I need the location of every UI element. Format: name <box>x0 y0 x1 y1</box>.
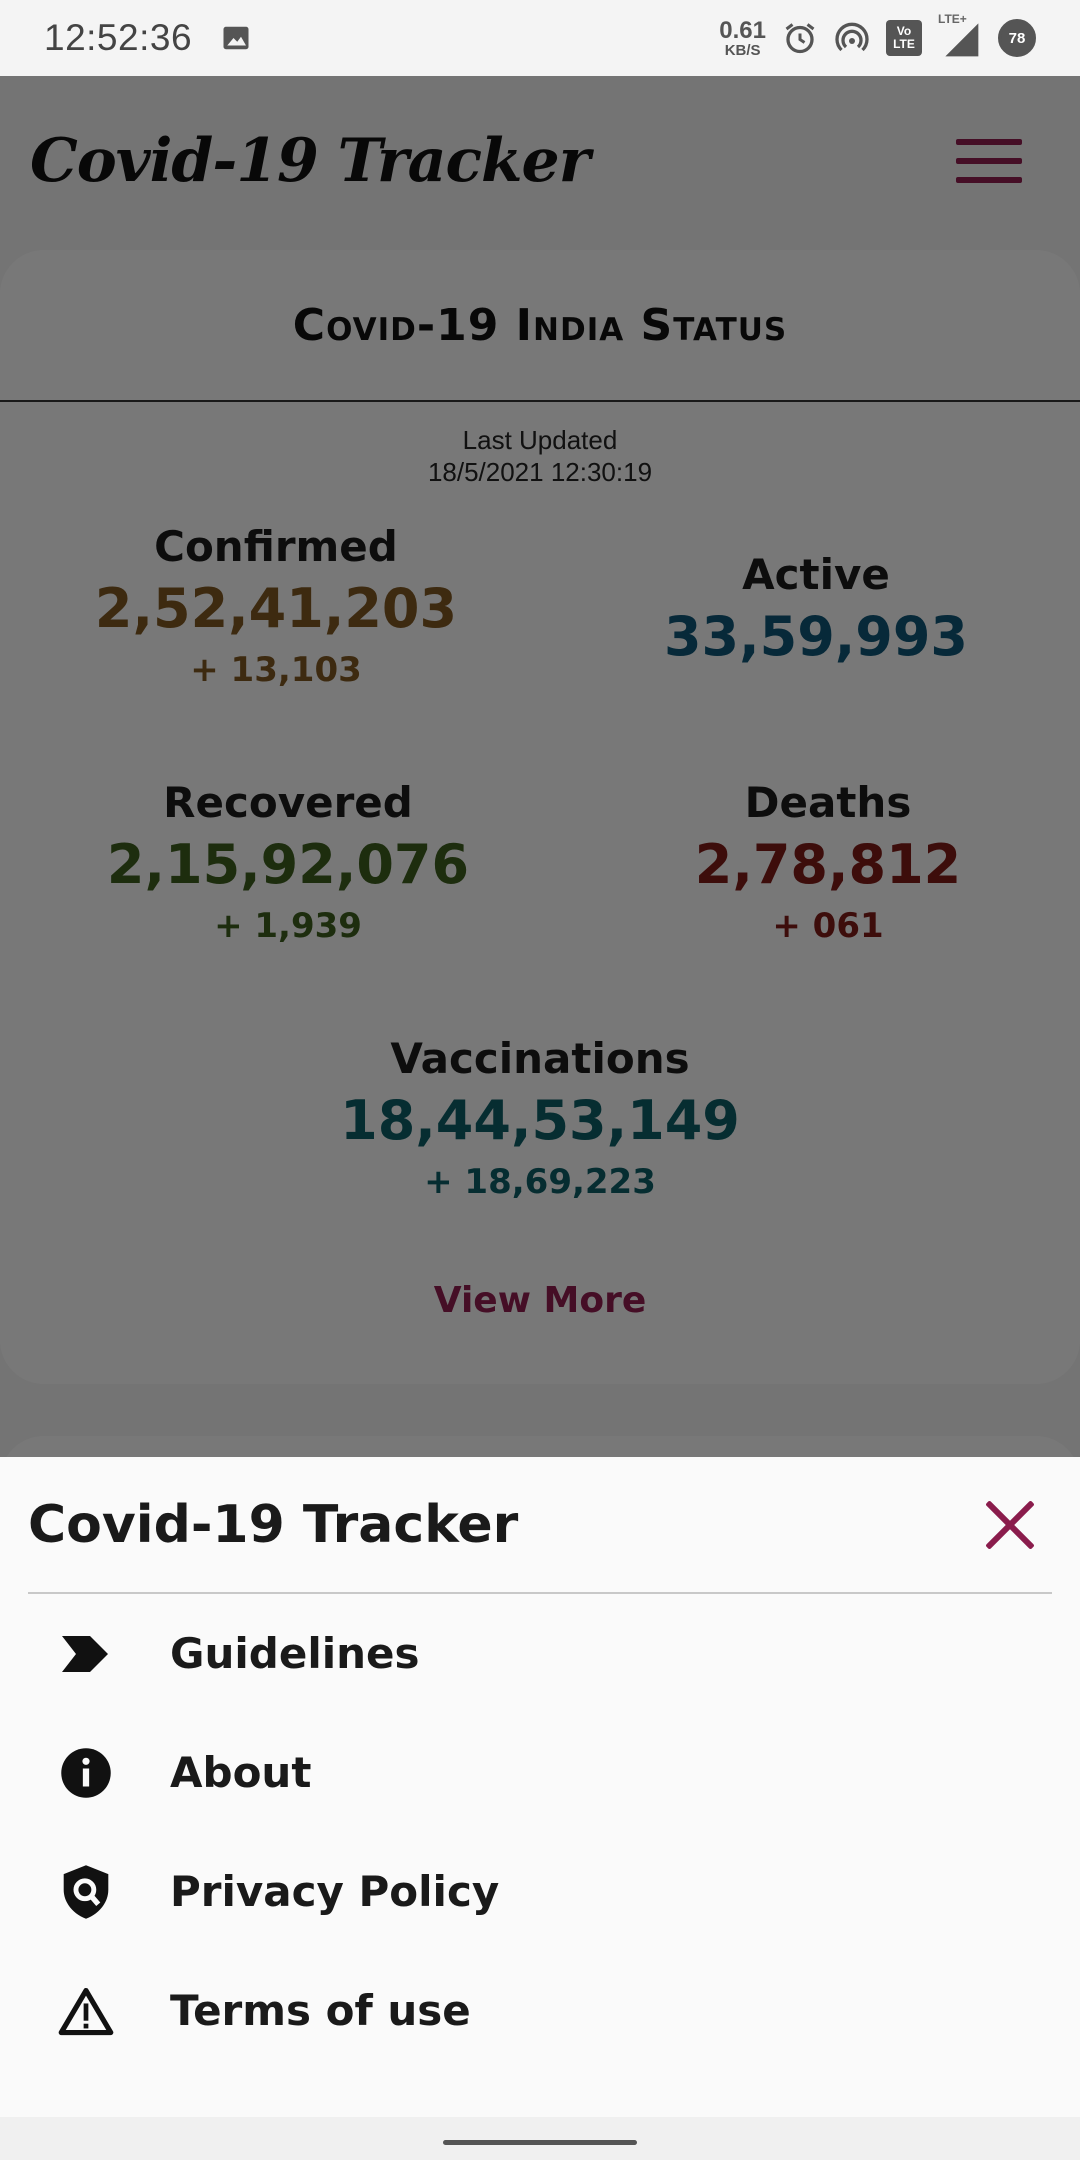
status-time: 12:52:36 <box>44 17 193 58</box>
menu-item-about[interactable]: About <box>0 1713 1080 1832</box>
sheet-title: Covid-19 Tracker <box>28 1494 519 1555</box>
menu-item-label: About <box>170 1748 312 1797</box>
menu-item-label: Terms of use <box>170 1986 471 2035</box>
menu-item-terms[interactable]: Terms of use <box>0 1951 1080 2070</box>
network-speed: 0.61 KB/S <box>719 16 766 59</box>
menu-item-privacy[interactable]: Privacy Policy <box>0 1832 1080 1951</box>
shield-search-icon <box>58 1864 114 1920</box>
image-icon <box>223 26 249 50</box>
menu-sheet: Covid-19 Tracker Guidelines About Privac… <box>0 1457 1080 2117</box>
info-icon <box>58 1745 114 1801</box>
label-arrow-icon <box>58 1626 114 1682</box>
home-gesture-pill[interactable] <box>443 2140 637 2145</box>
menu-item-label: Guidelines <box>170 1629 420 1678</box>
hotspot-icon <box>835 22 869 52</box>
status-bar: 12:52:36 0.61 KB/S Vo LTE LTE+ 78 <box>0 0 1080 76</box>
sheet-header: Covid-19 Tracker <box>0 1457 1080 1592</box>
close-icon[interactable] <box>982 1497 1038 1553</box>
signal-icon: LTE+ <box>938 12 982 60</box>
alarm-icon <box>785 23 815 54</box>
warning-triangle-icon <box>58 1983 114 2039</box>
menu-item-label: Privacy Policy <box>170 1867 500 1916</box>
battery-icon: 78 <box>998 19 1036 57</box>
volte-icon: Vo LTE <box>886 20 922 56</box>
navigation-bar <box>0 2117 1080 2160</box>
menu-item-guidelines[interactable]: Guidelines <box>0 1594 1080 1713</box>
modal-scrim[interactable] <box>0 76 1080 1457</box>
